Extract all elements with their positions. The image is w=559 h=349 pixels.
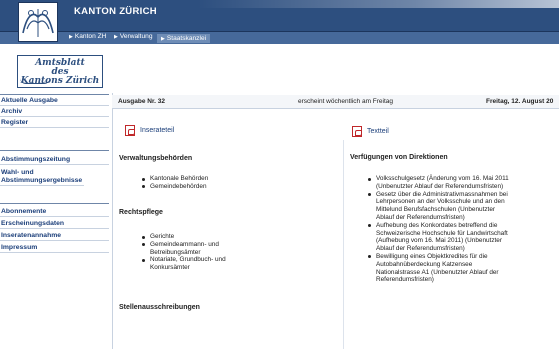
list-item[interactable]: Volksschulgesetz (Änderung vom 16. Mai 2… [367, 175, 513, 191]
list-item[interactable]: Gerichte [141, 233, 246, 241]
list-item[interactable]: Notariate, Grundbuch- und Konkursämter [141, 256, 246, 272]
arrow-right-icon: ▶ [69, 34, 73, 40]
inserateteil-link[interactable]: Inserateteil [140, 127, 174, 134]
heading-verwaltungsbehoerden: Verwaltungsbehörden [119, 155, 193, 162]
list-item[interactable]: Gesetz über die Administrativmassnahmen … [367, 191, 513, 222]
breadcrumb-item-verwaltung[interactable]: ▶ Verwaltung [114, 33, 152, 40]
heading-verfuegungen-von-direktionen: Verfügungen von Direktionen [350, 154, 448, 161]
arrow-right-icon: ▶ [114, 34, 118, 40]
sidebar-item-register[interactable]: Register [0, 119, 109, 128]
header-decoration [198, 0, 559, 8]
breadcrumb-label: Kanton ZH [74, 33, 107, 40]
heading-stellenausschreibungen: Stellenausschreibungen [119, 304, 200, 311]
breadcrumb-item-staatskanzlei[interactable]: ▶ Staatskanzlei [157, 33, 211, 43]
logo-wave-icon [20, 78, 50, 84]
list-rechtspflege: Gerichte Gemeindeammann- und Betreibungs… [141, 233, 246, 272]
sidebar-divider [0, 203, 109, 204]
sidebar-item-wahl-und-abstimmungsergebnisse[interactable]: Wahl- und Abstimmungsergebnisse [0, 169, 84, 186]
column-divider [343, 140, 344, 349]
sidebar-divider [0, 150, 109, 151]
sidebar-separator [112, 93, 113, 349]
issue-frequency: erscheint wöchentlich am Freitag [298, 98, 394, 105]
page: { "header":{"title":"KANTON ZÜRICH"}, "b… [0, 0, 559, 349]
breadcrumb-label: Verwaltung [119, 33, 153, 40]
list-verfuegungen: Volksschulgesetz (Änderung vom 16. Mai 2… [367, 175, 513, 284]
amtsblatt-logo[interactable]: Amtsblatt des Kantons Zürich [17, 55, 103, 88]
pdf-icon[interactable] [352, 126, 362, 137]
site-title[interactable]: KANTON ZÜRICH [74, 6, 157, 17]
sidebar-item-inseratenannahme[interactable]: Inseratenannahme [0, 232, 109, 241]
pdf-icon[interactable] [125, 125, 135, 136]
list-item[interactable]: Kantonale Behörden [141, 175, 311, 183]
sidebar-item-abonnemente[interactable]: Abonnemente [0, 208, 109, 217]
issue-date: Freitag, 12. August 20 [486, 98, 554, 105]
list-item[interactable]: Bewilligung eines Objektkredites für die… [367, 253, 513, 284]
sidebar-item-impressum[interactable]: Impressum [0, 244, 109, 253]
sidebar-item-abstimmungszeitung[interactable]: Abstimmungszeitung [0, 156, 109, 165]
textteil-link[interactable]: Textteil [367, 128, 389, 135]
breadcrumb: ▶ Kanton ZH ▶ Verwaltung ▶ Staatskanzlei [0, 32, 559, 44]
sidebar-item-archiv[interactable]: Archiv [0, 108, 109, 117]
arrow-right-icon: ▶ [161, 35, 165, 42]
list-verwaltungsbehoerden: Kantonale Behörden Gemeindebehörden [141, 175, 311, 191]
breadcrumb-label: Staatskanzlei [166, 34, 207, 42]
sidebar-divider [0, 94, 109, 95]
list-item[interactable]: Gemeindebehörden [141, 183, 311, 191]
sidebar-item-aktuelle-ausgabe[interactable]: Aktuelle Ausgabe [0, 97, 109, 106]
sidebar-item-erscheinungsdaten[interactable]: Erscheinungsdaten [0, 220, 109, 229]
list-item[interactable]: Aufhebung des Konkordates betreffend die… [367, 222, 513, 253]
heading-rechtspflege: Rechtspflege [119, 209, 163, 216]
zurich-crest-logo[interactable] [18, 2, 58, 42]
list-item[interactable]: Gemeindeammann- und Betreibungsämter [141, 241, 246, 257]
issue-bar: Ausgabe Nr. 32 erscheint wöchentlich am … [112, 95, 559, 109]
header-bar: KANTON ZÜRICH [0, 0, 559, 42]
issue-number: Ausgabe Nr. 32 [118, 98, 165, 105]
breadcrumb-item-kanton-zh[interactable]: ▶ Kanton ZH [69, 33, 106, 40]
